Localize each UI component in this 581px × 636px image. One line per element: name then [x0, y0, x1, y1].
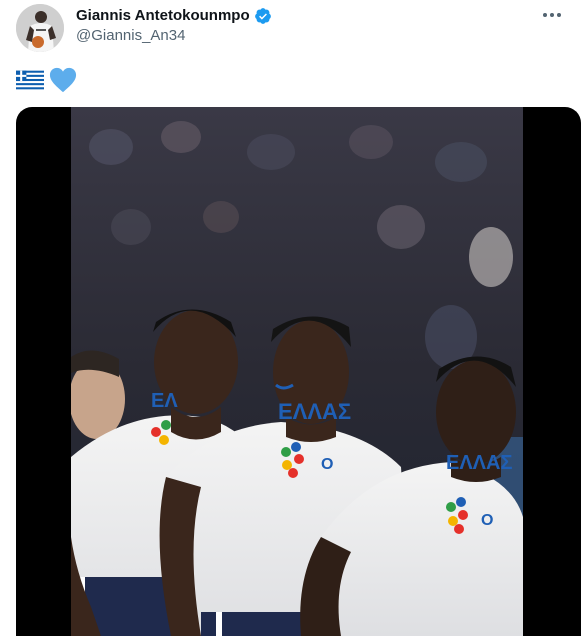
avatar-photo-icon — [16, 4, 64, 52]
video-thumbnail: ΕΛ ΕΛΛΑΣ O ΕΛΛΑΣ O — [71, 107, 523, 636]
blue-heart-icon — [49, 67, 77, 93]
author-display-name[interactable]: Giannis Antetokounmpo — [76, 6, 250, 26]
tweet-text — [16, 66, 78, 94]
jersey-text-3: ΕΛΛΑΣ — [446, 452, 512, 474]
more-dots-icon — [543, 13, 561, 17]
tweet-media-video[interactable]: ΕΛ ΕΛΛΑΣ O ΕΛΛΑΣ O — [16, 107, 581, 636]
greece-flag-icon — [16, 70, 44, 90]
verified-badge-icon — [254, 8, 271, 24]
svg-text:O: O — [321, 456, 333, 473]
jersey-text-2: ΕΛΛΑΣ — [278, 399, 351, 424]
jersey-text-1: ΕΛ — [151, 390, 178, 412]
author-handle[interactable]: @Giannis_An34 — [76, 26, 185, 46]
svg-text:O: O — [481, 512, 493, 529]
more-options-button[interactable] — [537, 2, 567, 28]
author-name-row[interactable]: Giannis Antetokounmpo — [76, 6, 272, 26]
avatar[interactable] — [16, 4, 64, 52]
